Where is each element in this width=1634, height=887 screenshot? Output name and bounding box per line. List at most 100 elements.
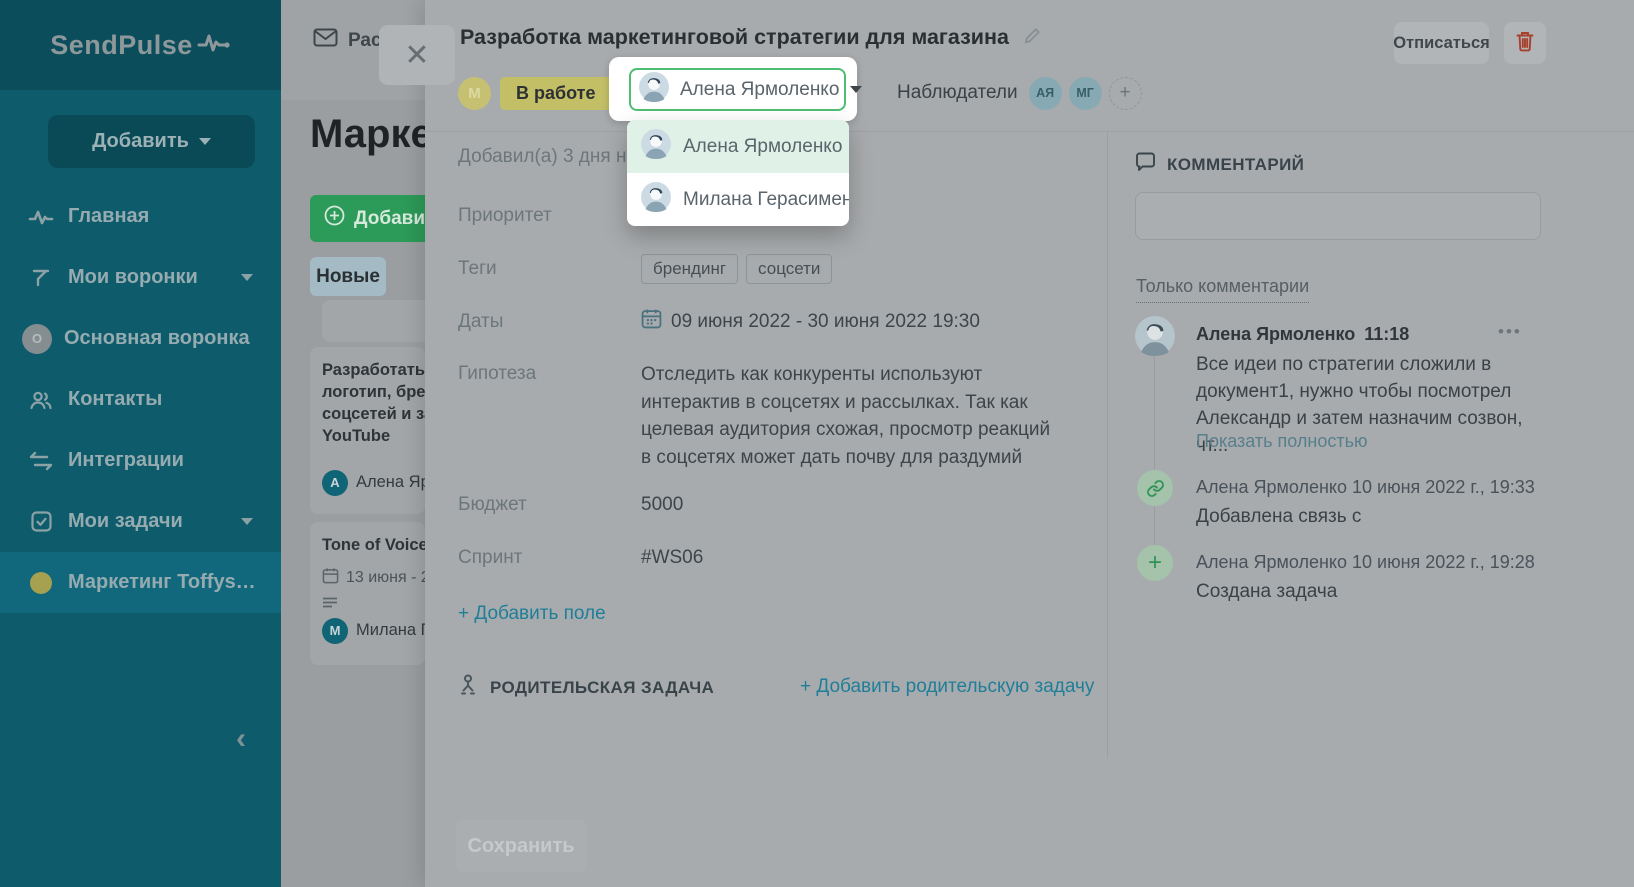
tags-value[interactable]: брендинг соцсети [641, 254, 840, 284]
sidebar-item-home[interactable]: Главная [0, 186, 281, 247]
kanban-card[interactable]: Tone of Voice 13 июня - 2 М Милана Г [310, 522, 430, 665]
hypothesis-label: Гипотеза [458, 363, 537, 384]
description-icon [322, 597, 413, 609]
plus-circle-icon [324, 205, 345, 232]
funnel-icon [26, 268, 56, 288]
card-title-line: Разработать [322, 361, 425, 379]
board-color-dot [26, 571, 56, 594]
comment-bubble-icon [1135, 152, 1156, 177]
dates-label: Даты [458, 311, 504, 332]
sidebar-item-label: Контакты [68, 388, 163, 410]
assignee-option-label: Милана Герасименко [683, 188, 849, 210]
activity-date: 10 июня 2022 г., 19:28 [1352, 552, 1535, 572]
activity-action: Добавлена связь с [1196, 506, 1362, 527]
comment-time: 11:18 [1364, 324, 1410, 344]
dates-value[interactable]: 09 июня 2022 - 30 июня 2022 19:30 [641, 308, 980, 335]
tag-chip[interactable]: соцсети [746, 254, 833, 284]
avatar: М [322, 617, 348, 644]
sidebar-menu: Главная Мои воронки О Основная воронка К… [0, 186, 281, 613]
priority-label: Приоритет [458, 205, 552, 226]
creator-avatar: М [458, 76, 491, 110]
delete-task-button[interactable] [1504, 22, 1546, 64]
status-badge[interactable]: В работе [500, 76, 612, 110]
sidebar-item-main-funnel[interactable]: О Основная воронка [0, 308, 281, 369]
watcher-avatar[interactable]: МГ [1068, 76, 1102, 110]
add-field-link[interactable]: + Добавить поле [458, 603, 606, 625]
sidebar-add-label: Добавить [92, 130, 189, 152]
comment-author: Алена Ярмоленко [1196, 324, 1356, 344]
sidebar-item-funnels[interactable]: Мои воронки [0, 247, 281, 308]
tab-mailings[interactable]: Рас [313, 28, 382, 53]
sidebar-collapse-chevron[interactable]: ‹ [236, 722, 246, 756]
add-watcher-button[interactable]: + [1108, 76, 1142, 110]
header-divider [425, 131, 1634, 132]
sidebar-item-contacts[interactable]: Контакты [0, 369, 281, 430]
activity-author: Алена Ярмоленко [1196, 552, 1348, 572]
assignee-avatar [641, 181, 671, 218]
logo[interactable]: SendPulse [0, 0, 281, 90]
activity-author: Алена Ярмоленко [1196, 477, 1348, 497]
card-title-line: соцсетей и за [322, 404, 434, 423]
chart-pulse-icon [26, 208, 56, 226]
budget-value: 5000 [641, 494, 684, 515]
task-title: Разработка маркетинговой стратегии для м… [460, 25, 1009, 49]
parent-task-title: РОДИТЕЛЬСКАЯ ЗАДАЧА [490, 678, 715, 697]
funnel-avatar: О [22, 323, 52, 354]
close-icon[interactable]: ✕ [379, 25, 455, 85]
sidebar-item-label: Главная [68, 205, 150, 227]
kanban-card[interactable]: Разработать логотип, бре соцсетей и за Y… [310, 347, 434, 514]
calendar-icon [641, 308, 662, 335]
assignee-options-list: Алена Ярмоленко Милана Герасименко [627, 120, 849, 226]
assignee-name: Милана Г [356, 621, 430, 640]
show-more-link[interactable]: Показать полностью [1196, 431, 1367, 452]
watcher-avatar[interactable]: АЯ [1028, 76, 1062, 110]
comment-menu-dots-icon[interactable]: ••• [1498, 322, 1522, 342]
panel-divider [1107, 131, 1108, 758]
sprint-value: #WS06 [641, 547, 704, 568]
sidebar-item-marketing-board[interactable]: Маркетинг Toffys… [0, 552, 281, 613]
tab-mailings-label: Рас [348, 29, 382, 51]
sidebar-item-label: Маркетинг Toffys… [68, 571, 256, 593]
unsubscribe-button[interactable]: Отписаться [1393, 22, 1490, 64]
sidebar-item-integrations[interactable]: Интеграции [0, 430, 281, 491]
assignee-option[interactable]: Алена Ярмоленко [627, 120, 849, 173]
sidebar-item-label: Основная воронка [64, 327, 250, 349]
chevron-down-icon [241, 518, 253, 525]
sidebar-item-label: Мои воронки [68, 266, 198, 288]
activity-action: Создана задача [1196, 581, 1338, 602]
comment-input[interactable] [1135, 192, 1541, 240]
sidebar-add-button[interactable]: Добавить [48, 115, 255, 168]
assignee-name: Алена Яр [356, 473, 430, 492]
plus-icon: + [1137, 545, 1173, 581]
avatar: A [322, 469, 348, 496]
branch-icon [458, 674, 478, 702]
calendar-icon [322, 567, 339, 589]
checkbox-icon [26, 511, 56, 532]
commenter-avatar [1135, 316, 1175, 361]
assignee-avatar [641, 128, 671, 165]
pulse-icon [197, 32, 231, 59]
app-root: Рас Марке Добавить Новые Разработать лог… [0, 0, 1634, 887]
watchers-label: Наблюдатели [897, 82, 1018, 103]
column-tab-new[interactable]: Новые [310, 257, 386, 296]
sidebar-item-my-tasks[interactable]: Мои задачи [0, 491, 281, 552]
tags-label: Теги [458, 258, 497, 279]
assignee-select[interactable]: Алена Ярмоленко [629, 68, 863, 111]
chevron-down-icon [850, 86, 863, 93]
activity-timeline [1154, 356, 1155, 556]
card-title-line: YouTube [322, 426, 391, 445]
tag-chip[interactable]: брендинг [641, 254, 739, 284]
edit-pencil-icon[interactable] [1023, 26, 1042, 50]
trash-icon [1515, 30, 1535, 57]
swap-arrows-icon [26, 451, 56, 471]
card-dates: 13 июня - 2 [346, 568, 430, 586]
logo-text: SendPulse [50, 29, 193, 60]
assignee-option[interactable]: Милана Герасименко [627, 173, 849, 226]
budget-label: Бюджет [458, 494, 527, 515]
save-button[interactable]: Сохранить [456, 820, 586, 872]
add-parent-task-link[interactable]: + Добавить родительскую задачу [800, 676, 1094, 698]
card-title-line: логотип, бре [322, 382, 426, 401]
comments-filter-link[interactable]: Только комментарии [1136, 276, 1310, 303]
assignee-option-label: Алена Ярмоленко [683, 135, 843, 157]
sidebar-item-label: Мои задачи [68, 510, 183, 532]
